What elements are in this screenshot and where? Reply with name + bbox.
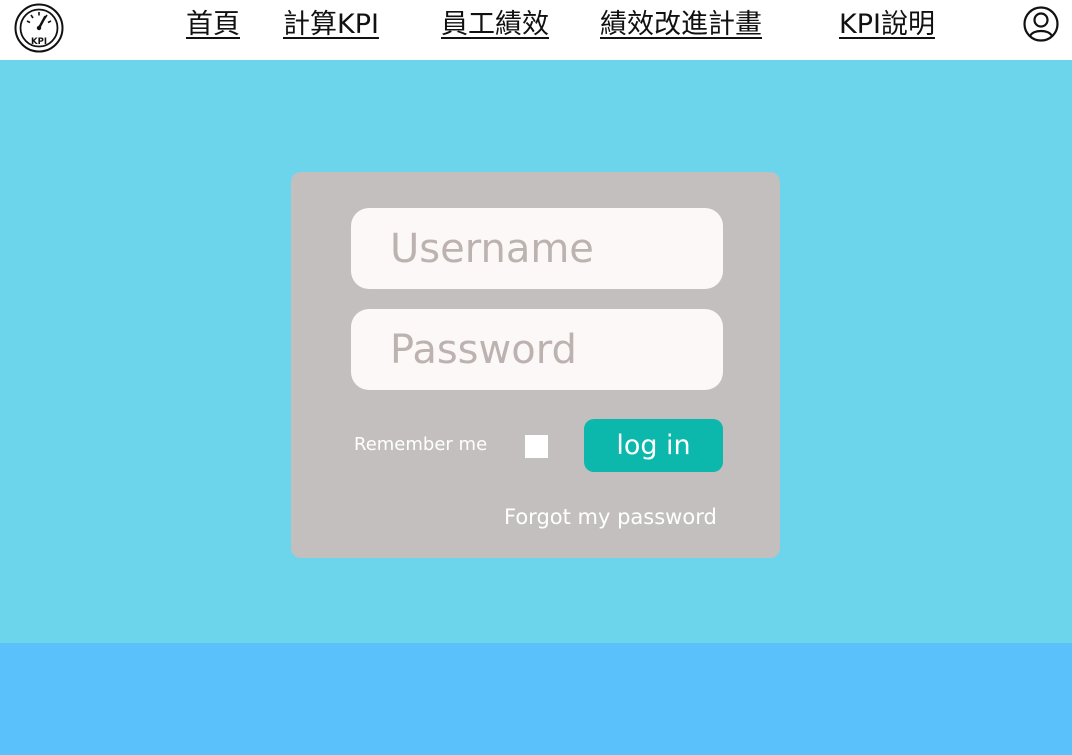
password-input[interactable] (351, 309, 723, 390)
nav-link-calculate-kpi[interactable]: 計算KPI (283, 8, 379, 42)
kpi-logo-icon[interactable]: KPI (14, 3, 64, 53)
nav-link-kpi-explanation[interactable]: KPI說明 (839, 8, 935, 42)
top-navigation-bar: KPI 首頁 計算KPI 員工績效 績效改進計畫 KPI說明 (0, 0, 1072, 60)
login-button[interactable]: log in (584, 419, 723, 472)
nav-link-employee-performance[interactable]: 員工績效 (441, 8, 549, 42)
user-circle-icon[interactable] (1023, 6, 1059, 42)
username-input[interactable] (351, 208, 723, 289)
remember-me-label: Remember me (354, 434, 488, 455)
login-card: Remember me log in Forgot my password (291, 172, 780, 558)
forgot-password-link[interactable]: Forgot my password (504, 505, 717, 529)
nav-link-improvement-plan[interactable]: 績效改進計畫 (600, 8, 762, 42)
footer-band (0, 643, 1072, 755)
remember-me-checkbox[interactable] (525, 435, 548, 458)
logo-text: KPI (31, 37, 47, 47)
nav-link-home[interactable]: 首頁 (186, 8, 240, 42)
